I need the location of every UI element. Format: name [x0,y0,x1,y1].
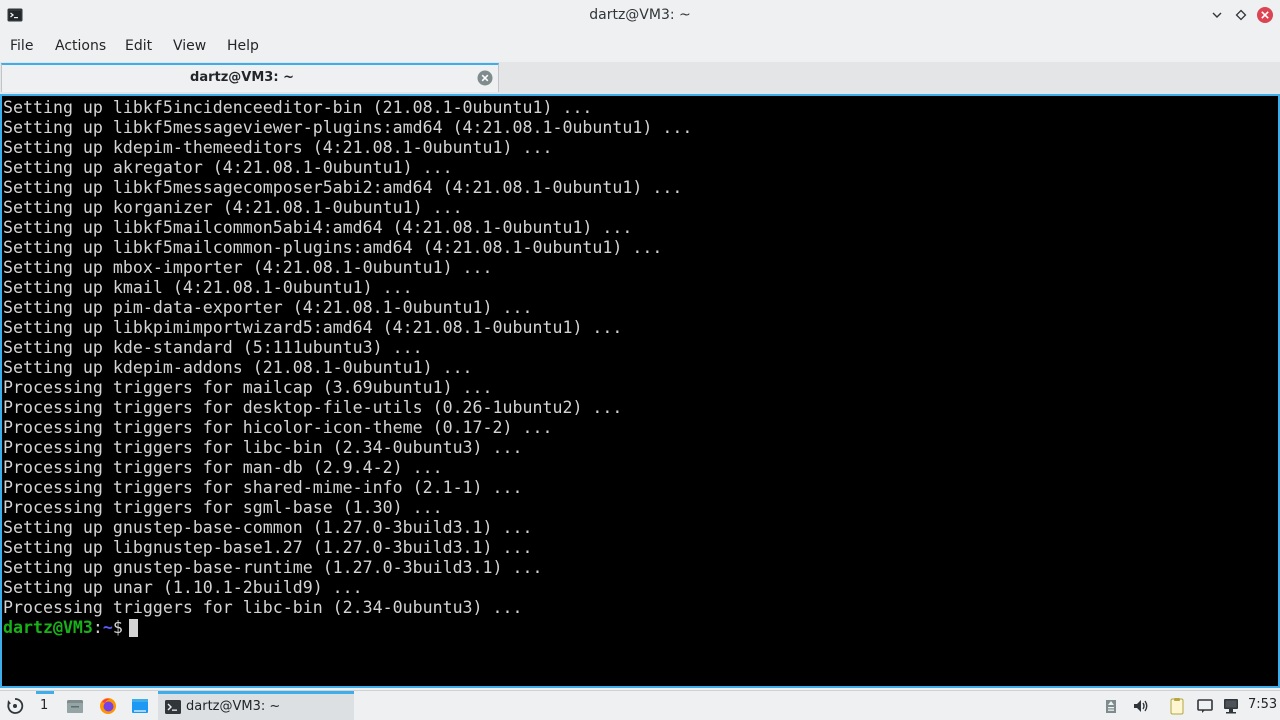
terminal-line: Setting up kmail (4:21.08.1-0ubuntu1) ..… [3,278,413,297]
close-tab-icon[interactable] [477,70,493,86]
terminal-line: Processing triggers for hicolor-icon-the… [3,418,553,437]
tab-label: dartz@VM3: ~ [190,70,294,85]
desktop-switcher[interactable]: 1 [40,698,48,713]
show-desktop-icon[interactable] [131,697,149,715]
terminal-line: Setting up pim-data-exporter (4:21.08.1-… [3,298,533,317]
tab-terminal[interactable]: dartz@VM3: ~ [1,63,499,92]
menu-help[interactable]: Help [227,38,259,54]
terminal-line: Processing triggers for libc-bin (2.34-0… [3,598,523,617]
close-window-button[interactable] [1256,6,1274,24]
terminal-line: Setting up gnustep-base-common (1.27.0-3… [3,518,533,537]
terminal-line: Setting up gnustep-base-runtime (1.27.0-… [3,558,543,577]
terminal-line: Setting up libkf5mailcommon-plugins:amd6… [3,238,663,257]
terminal-output: Setting up libkf5incidenceeditor-bin (21… [3,98,692,638]
terminal-line: Processing triggers for shared-mime-info… [3,478,523,497]
menu-bar: File Actions Edit View Help [0,34,1280,60]
menu-actions[interactable]: Actions [55,38,106,54]
terminal-line: Setting up korganizer (4:21.08.1-0ubuntu… [3,198,463,217]
prompt-symbol: $ [112,618,123,637]
terminal-prompt[interactable]: dartz@VM3:~$ [3,618,692,638]
terminal-line: Setting up libkpimimportwizard5:amd64 (4… [3,318,623,337]
terminal-line: Processing triggers for libc-bin (2.34-0… [3,438,523,457]
prompt-path: ~ [102,618,113,637]
file-manager-icon[interactable] [66,697,84,715]
terminal-line: Setting up libkf5incidenceeditor-bin (21… [3,98,593,117]
firefox-icon[interactable] [99,697,117,715]
terminal-line: Setting up unar (1.10.1-2build9) ... [3,578,363,597]
application-launcher-icon[interactable] [6,697,24,715]
menu-file[interactable]: File [10,38,33,54]
clock[interactable]: 7:53 [1248,697,1277,712]
terminal-line: Setting up mbox-importer (4:21.08.1-0ubu… [3,258,493,277]
terminal-cursor [128,619,138,637]
notifications-icon[interactable] [1196,697,1214,715]
terminal-view[interactable]: Setting up libkf5incidenceeditor-bin (21… [0,94,1280,688]
terminal-line: Setting up libkf5messagecomposer5abi2:am… [3,178,683,197]
taskbar: 1 dartz@VM3: ~ 7:53 [0,690,1280,720]
terminal-line: Setting up akregator (4:21.08.1-0ubuntu1… [3,158,453,177]
tab-bar: dartz@VM3: ~ [0,62,1280,94]
taskbar-task-label: dartz@VM3: ~ [186,699,281,714]
window-title: dartz@VM3: ~ [589,7,691,23]
prompt-user-host: dartz@VM3 [3,618,93,637]
window-titlebar[interactable]: dartz@VM3: ~ [0,0,1280,32]
terminal-icon [164,698,182,716]
terminal-line: Setting up libkf5mailcommon5abi4:amd64 (… [3,218,633,237]
terminal-line: Setting up kdepim-themeeditors (4:21.08.… [3,138,553,157]
terminal-line: Processing triggers for desktop-file-uti… [3,398,623,417]
terminal-line: Processing triggers for sgml-base (1.30)… [3,498,443,517]
desktop: dartz@VM3: ~ File Actions Edit View Help… [0,0,1280,720]
desktop-indicator [36,691,54,694]
menu-edit[interactable]: Edit [125,38,152,54]
network-icon[interactable] [1222,697,1240,715]
terminal-line: Processing triggers for mailcap (3.69ubu… [3,378,493,397]
prompt-colon: : [92,618,103,637]
terminal-line: Setting up kde-standard (5:111ubuntu3) .… [3,338,423,357]
clipboard-icon[interactable] [1168,697,1186,715]
maximize-button[interactable] [1232,6,1250,24]
terminal-line: Setting up libgnustep-base1.27 (1.27.0-3… [3,538,533,557]
package-updates-icon[interactable] [1102,697,1120,715]
menu-view[interactable]: View [173,38,206,54]
terminal-line: Processing triggers for man-db (2.9.4-2)… [3,458,443,477]
volume-icon[interactable] [1132,697,1150,715]
minimize-button[interactable] [1208,6,1226,24]
terminal-line: Setting up libkf5messageviewer-plugins:a… [3,118,693,137]
taskbar-task-terminal[interactable]: dartz@VM3: ~ [158,691,354,720]
terminal-line: Setting up kdepim-addons (21.08.1-0ubunt… [3,358,473,377]
